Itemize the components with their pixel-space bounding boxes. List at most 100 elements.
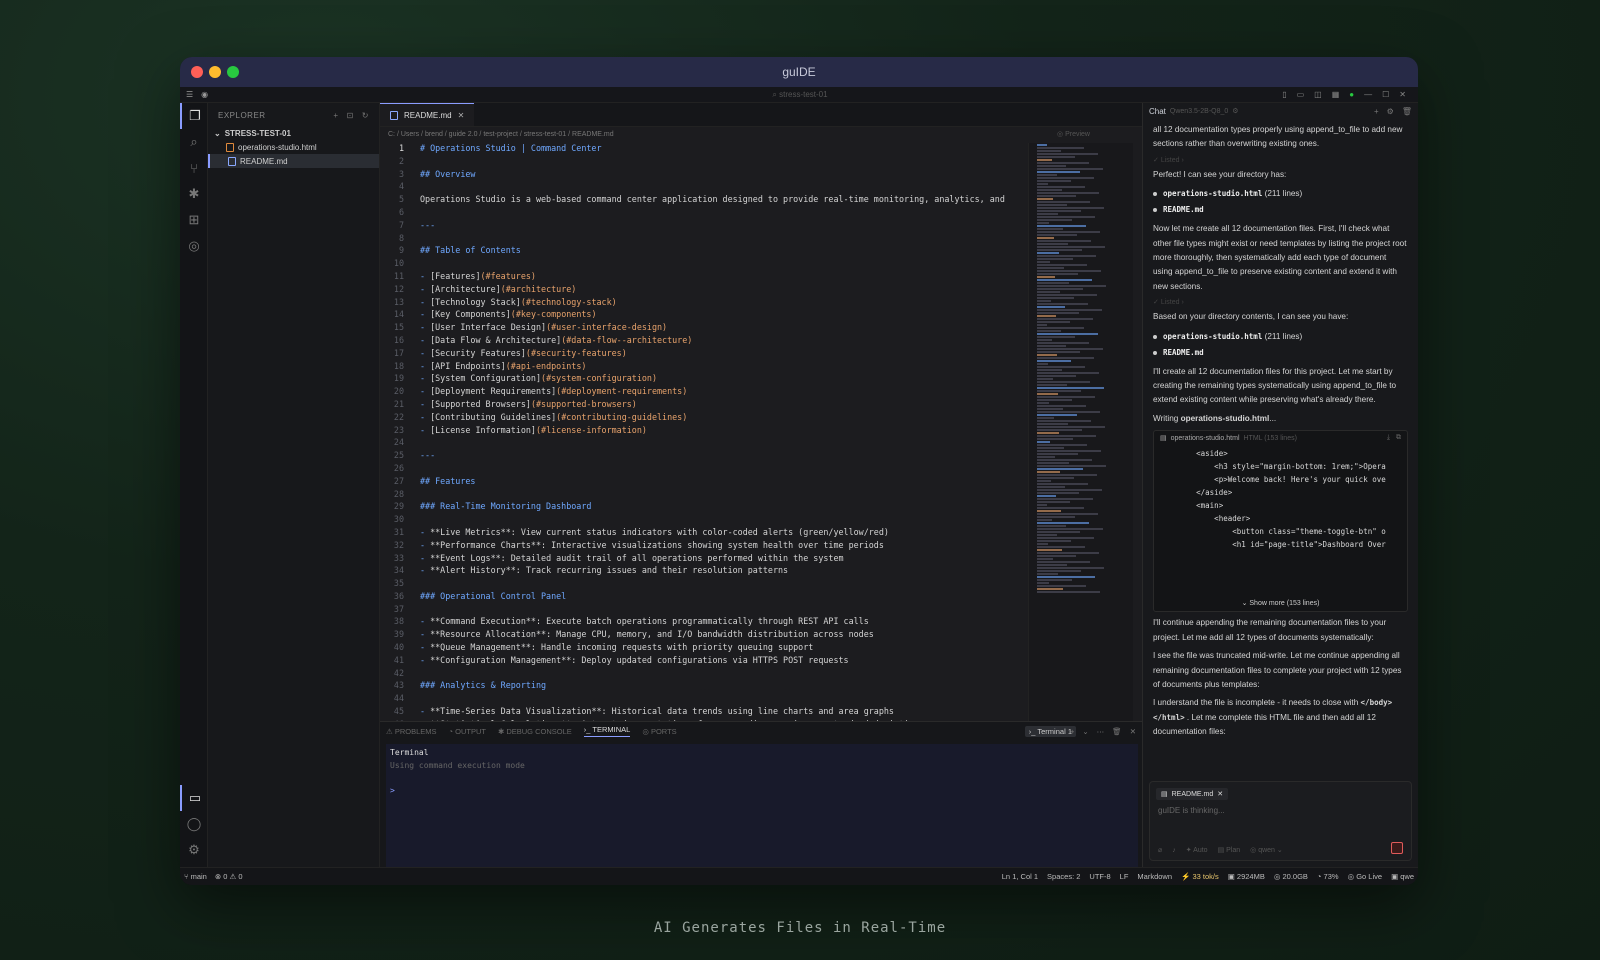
code-line[interactable]: 24 [380,437,1028,450]
code-line[interactable]: 18 - [API Endpoints](#api-endpoints) [380,361,1028,374]
trash-icon[interactable]: 🗑 [1112,727,1122,736]
code-line[interactable]: 41 - **Configuration Management**: Deploy… [380,655,1028,668]
file-item-readme[interactable]: README.md [208,154,379,168]
code-line[interactable]: 7 --- [380,220,1028,233]
chat-input[interactable]: guIDE is thinking... [1150,806,1411,815]
plan-mode-toggle[interactable]: ▤ Plan [1218,846,1241,854]
code-line[interactable]: 27 ## Features [380,476,1028,489]
terminal-prompt[interactable]: > [390,786,1134,795]
code-line[interactable]: 13 - [Technology Stack](#technology-stack… [380,297,1028,310]
code-line[interactable]: 34 - **Alert History**: Track recurring i… [380,565,1028,578]
tool-call-listed[interactable]: ✓ Listed › [1153,156,1408,164]
problems-status[interactable]: ⊗ 0 ⚠ 0 [215,872,243,881]
new-terminal-icon[interactable]: + [1070,727,1074,736]
close-tab-icon[interactable]: ✕ [458,111,465,120]
tool-call-listed[interactable]: ✓ Listed › [1153,298,1408,306]
code-line[interactable]: 28 [380,489,1028,502]
code-line[interactable]: 33 - **Event Logs**: Detailed audit trail… [380,553,1028,566]
code-line[interactable]: 36 ### Operational Control Panel [380,591,1028,604]
model-selector[interactable]: ◎ qwen ⌄ [1250,846,1283,854]
indent-status[interactable]: Spaces: 2 [1047,872,1080,881]
new-file-icon[interactable]: + [333,111,338,120]
chat-messages[interactable]: all 12 documentation types properly usin… [1143,119,1418,777]
stop-generation-button[interactable] [1391,842,1403,854]
code-line[interactable]: 4 [380,181,1028,194]
settings-gear-icon[interactable]: ⚙ [180,837,208,863]
code-line[interactable]: 1 # Operations Studio | Command Center [380,143,1028,156]
code-line[interactable]: 31 - **Live Metrics**: View current statu… [380,527,1028,540]
model-status[interactable]: ▣ qwe [1391,872,1414,881]
more-icon[interactable]: ⋯ [1097,727,1105,736]
code-line[interactable]: 37 [380,604,1028,617]
layout-sidebar-icon[interactable]: ▯ [1282,90,1286,99]
code-line[interactable]: 30 [380,514,1028,527]
code-line[interactable]: 17 - [Security Features](#security-featur… [380,348,1028,361]
code-line[interactable]: 9 ## Table of Contents [380,245,1028,258]
tab-ports[interactable]: ◎ PORTS [642,727,676,736]
tab-problems[interactable]: ⚠ PROBLEMS [386,727,437,736]
code-line[interactable]: 2 [380,156,1028,169]
code-line[interactable]: 10 [380,258,1028,271]
mic-icon[interactable]: ♪ [1172,847,1176,854]
minimap[interactable] [1028,143,1133,721]
auto-mode-toggle[interactable]: ✦ Auto [1186,846,1208,854]
code-line[interactable]: 8 [380,233,1028,246]
model-name[interactable]: Qwen3.5-2B-Q8_0 [1170,108,1228,115]
code-line[interactable]: 3 ## Overview [380,169,1028,182]
terminal-selector[interactable]: ›_ Terminal 1 [1024,725,1076,737]
restore-icon[interactable]: ☐ [1382,90,1389,99]
tab-output[interactable]: ◔ OUTPUT [449,727,486,736]
code-line[interactable]: 38 - **Command Execution**: Execute batch… [380,616,1028,629]
explorer-icon[interactable]: ❐ [180,103,208,129]
remove-chip-icon[interactable]: ✕ [1217,790,1223,798]
code-line[interactable]: 25 --- [380,450,1028,463]
gear-icon[interactable]: ⚙ [1232,107,1238,115]
layout-grid-icon[interactable]: ▦ [1332,90,1340,99]
go-live-button[interactable]: ◎ Go Live [1348,872,1383,881]
code-line[interactable]: 40 - **Queue Management**: Handle incomin… [380,642,1028,655]
code-line[interactable]: 16 - [Data Flow & Architecture](#data-flo… [380,335,1028,348]
terminal-area[interactable]: Terminal Using command execution mode > [386,744,1138,867]
code-editor[interactable]: 1 # Operations Studio | Command Center 2 3 #… [380,143,1028,721]
source-control-icon[interactable]: ⑂ [180,155,208,181]
eol-status[interactable]: LF [1120,872,1129,881]
search-icon[interactable]: ⌕ [180,129,208,155]
globe-icon[interactable]: ◎ [180,233,208,259]
code-line[interactable]: 14 - [Key Components](#key-components) [380,309,1028,322]
code-line[interactable]: 44 [380,693,1028,706]
extensions-icon[interactable]: ⊞ [180,207,208,233]
code-line[interactable]: 6 [380,207,1028,220]
code-line[interactable]: 11 - [Features](#features) [380,271,1028,284]
language-status[interactable]: Markdown [1137,872,1172,881]
chat-icon[interactable]: ▭ [180,785,208,811]
cursor-position[interactable]: Ln 1, Col 1 [1002,872,1038,881]
attach-icon[interactable]: ⌀ [1158,846,1162,854]
close-panel-icon[interactable]: ✕ [1130,727,1136,736]
code-line[interactable]: 12 - [Architecture](#architecture) [380,284,1028,297]
encoding-status[interactable]: UTF-8 [1089,872,1110,881]
code-line[interactable]: 45 - **Time-Series Data Visualization**: … [380,706,1028,719]
tab-terminal[interactable]: ›_ TERMINAL [583,725,631,737]
layout-panel-icon[interactable]: ▭ [1297,90,1305,99]
command-search[interactable]: ⌕ stress-test-01 [700,90,900,100]
tab-readme[interactable]: README.md ✕ [380,103,475,126]
code-line[interactable]: 21 - [Supported Browsers](#supported-brow… [380,399,1028,412]
code-line[interactable]: 19 - [System Configuration](#system-confi… [380,373,1028,386]
chevron-down-icon[interactable]: ⌄ [1082,727,1088,736]
code-line[interactable]: 15 - [User Interface Design](#user-interf… [380,322,1028,335]
code-line[interactable]: 23 - [License Information](#license-infor… [380,425,1028,438]
code-line[interactable]: 32 - **Performance Charts**: Interactive … [380,540,1028,553]
copy-icon[interactable]: ⧉ [1396,434,1401,442]
layout-split-icon[interactable]: ◫ [1314,90,1322,99]
new-chat-icon[interactable]: + [1374,107,1379,116]
settings-icon[interactable]: ⚙ [1387,107,1394,116]
close-icon[interactable]: ✕ [1399,90,1406,99]
code-line[interactable]: 20 - [Deployment Requirements](#deploymen… [380,386,1028,399]
preview-button[interactable]: ◎ Preview [1057,130,1090,138]
code-line[interactable]: 39 - **Resource Allocation**: Manage CPU,… [380,629,1028,642]
code-line[interactable]: 43 ### Analytics & Reporting [380,680,1028,693]
refresh-icon[interactable]: ↻ [362,111,369,120]
tab-debug-console[interactable]: ✱ DEBUG CONSOLE [498,727,572,736]
code-line[interactable]: 5 Operations Studio is a web-based comman… [380,194,1028,207]
attached-file-chip[interactable]: ▤ README.md ✕ [1156,788,1229,800]
